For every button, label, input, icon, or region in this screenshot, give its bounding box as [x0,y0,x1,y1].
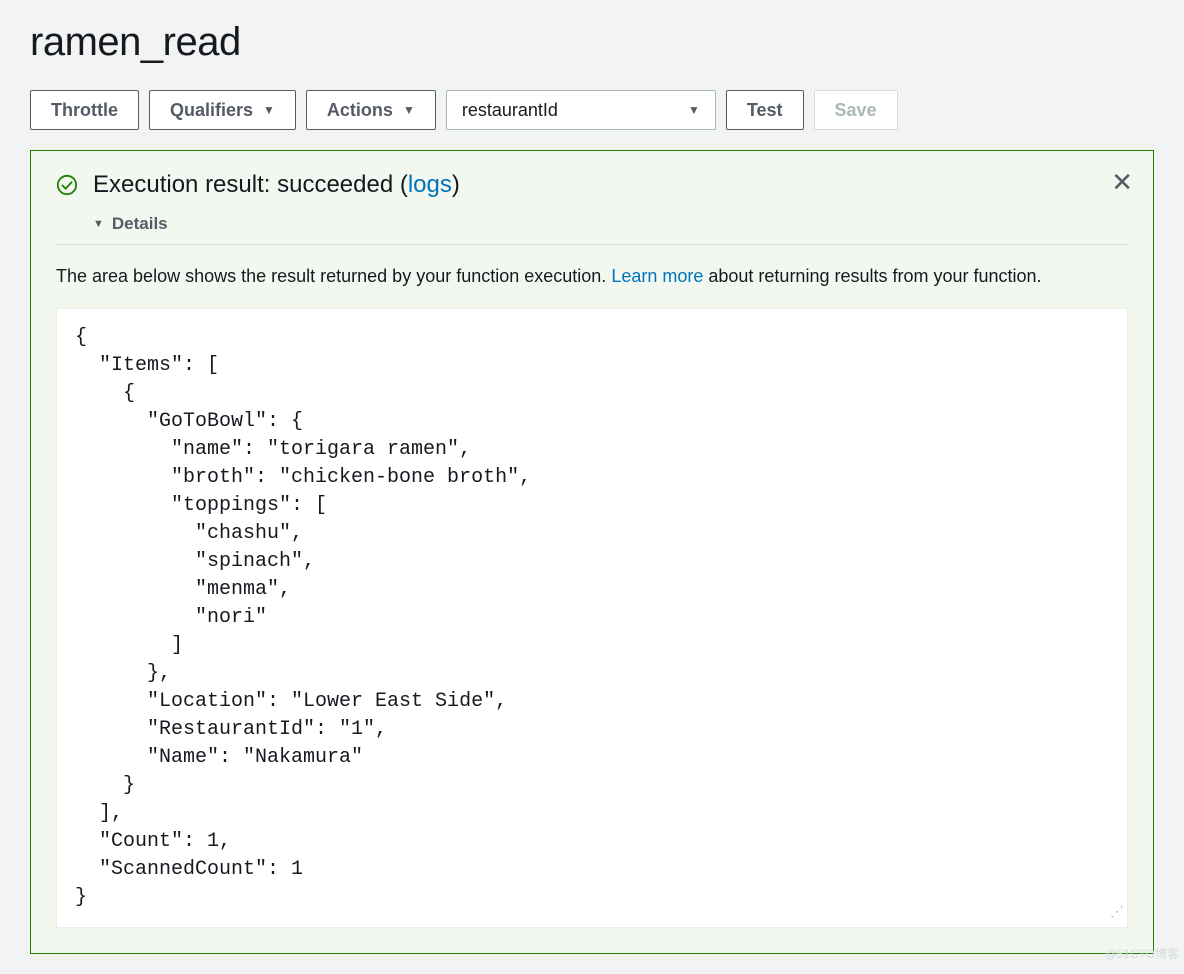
toolbar: Throttle Qualifiers ▼ Actions ▼ restaura… [30,90,1154,130]
result-header: Execution result: succeeded (logs) [56,171,1128,199]
chevron-down-icon: ▼ [93,218,104,230]
logs-link[interactable]: logs [408,171,452,198]
throttle-button[interactable]: Throttle [30,90,139,130]
resize-handle-icon: ⋰ [1110,904,1124,924]
page-title: ramen_read [30,20,1154,65]
details-toggle[interactable]: ▼ Details [93,214,168,234]
test-button[interactable]: Test [726,90,804,130]
throttle-label: Throttle [51,100,118,121]
result-description: The area below shows the result returned… [56,263,1128,290]
result-title-suffix: ) [452,171,460,198]
qualifiers-label: Qualifiers [170,100,253,121]
chevron-down-icon: ▼ [403,103,415,117]
save-label: Save [835,100,877,121]
learn-more-link[interactable]: Learn more [611,266,703,286]
description-suffix: about returning results from your functi… [703,266,1041,286]
chevron-down-icon: ▼ [263,103,275,117]
watermark: @51CTO博客 [1104,945,1179,962]
actions-button[interactable]: Actions ▼ [306,90,436,130]
close-icon[interactable]: ✕ [1111,169,1133,195]
success-check-icon [56,174,78,196]
test-event-select[interactable]: restaurantId ▼ [446,90,716,130]
actions-label: Actions [327,100,393,121]
divider [56,244,1128,245]
execution-result-panel: ✕ Execution result: succeeded (logs) ▼ D… [30,150,1154,954]
result-title-prefix: Execution result: succeeded ( [93,171,408,198]
save-button[interactable]: Save [814,90,898,130]
result-code-box[interactable]: { "Items": [ { "GoToBowl": { "name": "to… [56,308,1128,928]
result-title: Execution result: succeeded (logs) [93,171,460,199]
result-code: { "Items": [ { "GoToBowl": { "name": "to… [75,326,531,909]
details-label: Details [112,214,168,234]
chevron-down-icon: ▼ [688,103,700,117]
test-event-value: restaurantId [462,100,688,121]
qualifiers-button[interactable]: Qualifiers ▼ [149,90,296,130]
description-prefix: The area below shows the result returned… [56,266,611,286]
test-label: Test [747,100,783,121]
